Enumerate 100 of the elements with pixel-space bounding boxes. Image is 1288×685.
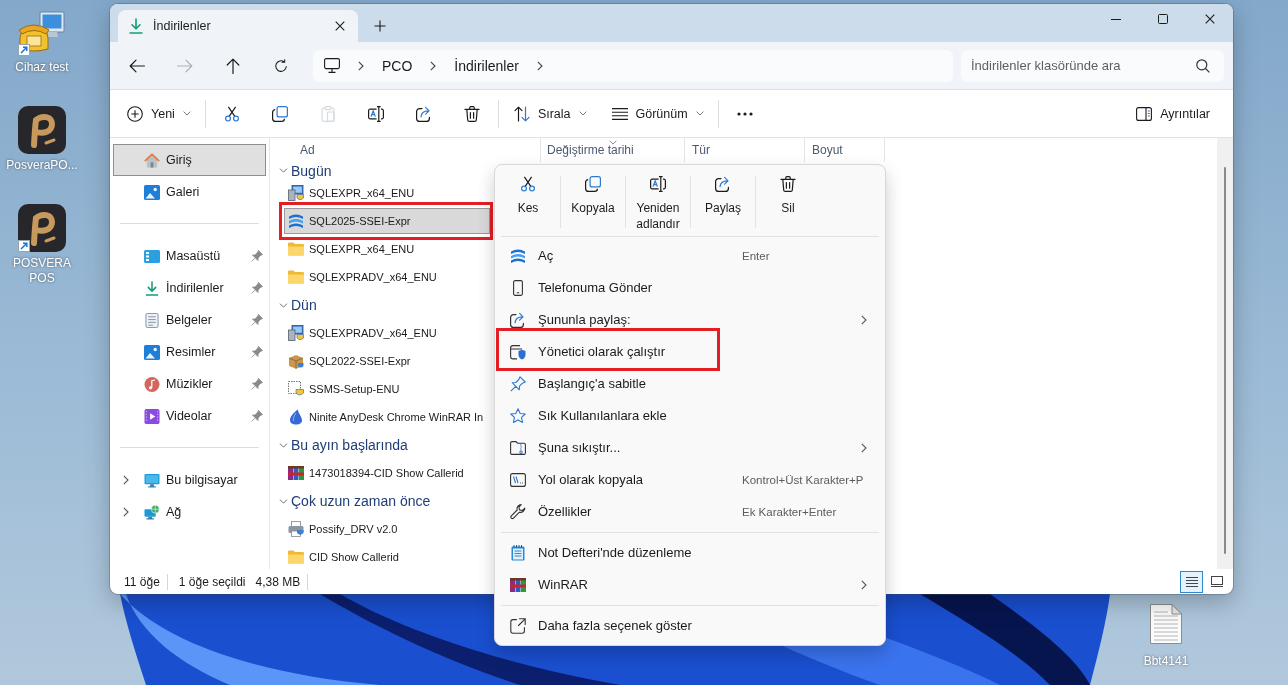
expand-icon xyxy=(510,618,526,634)
file-row[interactable]: Ninite AnyDesk Chrome WinRAR In xyxy=(284,409,488,425)
archive-icon xyxy=(288,465,304,481)
file-row[interactable]: SSMS-Setup-ENU xyxy=(284,381,404,397)
rename-icon xyxy=(650,176,666,192)
menu-item[interactable]: Sık Kullanılanlara ekle xyxy=(499,408,681,424)
sidebar-item[interactable]: Galeri xyxy=(113,176,266,208)
group-header[interactable]: Çok uzun zaman önce xyxy=(270,487,431,515)
path-icon xyxy=(510,472,526,488)
menu-item[interactable]: Aç Enter xyxy=(499,248,784,264)
caret-icon xyxy=(182,111,191,116)
group-header[interactable]: Bu ayın başlarında xyxy=(270,431,408,459)
address-bar[interactable]: PCO İndirilenler xyxy=(313,49,953,82)
scrollbar[interactable] xyxy=(1217,138,1233,569)
trash-icon xyxy=(463,105,480,122)
file-row[interactable]: SQL2025-SSEI-Expr xyxy=(284,208,490,234)
menu-item[interactable]: Not Defteri'nde düzenleme xyxy=(499,545,706,561)
menu-item[interactable]: Yol olarak kopyala Kontrol+Üst Karakter+P xyxy=(499,472,878,488)
scrollbar-thumb[interactable] xyxy=(1224,167,1226,554)
group-header[interactable]: Dün xyxy=(270,291,317,319)
column-header[interactable]: Ad xyxy=(270,138,541,162)
telephone-computer-icon xyxy=(18,11,66,53)
video-icon xyxy=(144,408,160,424)
menu-item[interactable]: Başlangıç'a sabitle xyxy=(499,376,660,392)
selection-size-text: 4,38 MB xyxy=(255,574,301,589)
wrench-icon xyxy=(510,504,526,520)
sidebar-item[interactable]: Ağ xyxy=(113,496,266,528)
sidebar-item[interactable]: Masaüstü xyxy=(113,240,266,272)
sidebar-item[interactable]: Belgeler xyxy=(113,304,266,336)
file-row[interactable]: SQL2022-SSEI-Expr xyxy=(284,353,415,369)
maximize-icon xyxy=(1157,14,1168,24)
database-icon xyxy=(510,248,526,264)
column-header[interactable]: Boyut xyxy=(805,138,885,162)
share-icon xyxy=(715,176,731,192)
text-document-icon xyxy=(1150,604,1182,644)
menu-item[interactable]: Telefonuma Gönder xyxy=(499,280,667,296)
column-header[interactable]: Değiştirme tarihi xyxy=(541,138,685,162)
details-pane-button[interactable]: Ayrıntılar xyxy=(1124,97,1222,130)
sidebar-item[interactable]: İndirilenler xyxy=(113,272,266,304)
new-button[interactable]: Yeni xyxy=(118,97,199,130)
sidebar-item[interactable]: Müzikler xyxy=(113,368,266,400)
monitor-icon xyxy=(324,58,340,73)
star-icon xyxy=(510,408,526,424)
copy-button[interactable]: Kopyala xyxy=(562,165,624,233)
cut-button[interactable]: Kes xyxy=(497,165,559,233)
installer-icon xyxy=(288,325,304,341)
group-header[interactable]: Bugün xyxy=(270,162,332,179)
menu-item[interactable]: Şuna sıkıştır... xyxy=(499,440,881,456)
pin-icon xyxy=(510,376,526,392)
shortcut-text: Ek Karakter+Enter xyxy=(742,505,837,520)
breadcrumb-item[interactable]: İndirilenler xyxy=(454,57,519,74)
download-icon xyxy=(144,280,160,296)
file-row[interactable]: CID Show Callerid xyxy=(284,549,403,565)
caret-icon xyxy=(578,111,587,116)
monitor-icon xyxy=(144,472,160,488)
installer-icon xyxy=(288,185,304,201)
view-button[interactable]: Görünüm xyxy=(602,97,712,130)
file-row[interactable]: SQLEXPRADV_x64_ENU xyxy=(284,325,441,341)
shortcut-text: Kontrol+Üst Karakter+P xyxy=(742,473,864,488)
share-icon xyxy=(510,312,526,328)
folder-icon xyxy=(288,241,304,257)
file-row[interactable]: SQLEXPR_x64_ENU xyxy=(284,241,419,257)
folder-icon xyxy=(288,549,304,565)
search-field[interactable]: İndirilenler klasöründe ara xyxy=(961,49,1190,82)
tiles-view-icon xyxy=(1210,576,1223,587)
file-row[interactable]: SQLEXPR_x64_ENU xyxy=(284,185,419,201)
breadcrumb-item[interactable]: PCO xyxy=(382,57,413,74)
shield-icon xyxy=(510,344,526,360)
menu-item[interactable]: Daha fazla seçenek göster xyxy=(499,618,706,634)
chevron-right-icon xyxy=(536,60,543,71)
menu-item[interactable]: Özellikler Ek Karakter+Enter xyxy=(499,504,851,520)
clipboard-icon xyxy=(319,105,336,122)
file-row[interactable]: Possify_DRV v2.0 xyxy=(284,521,402,537)
refresh-icon xyxy=(273,58,289,73)
printer-icon xyxy=(288,521,304,537)
arrow-up-icon xyxy=(226,57,240,74)
details-view-button[interactable] xyxy=(1180,570,1203,593)
delete-button[interactable]: Sil xyxy=(757,165,819,233)
file-row[interactable]: 1473018394-CID Show Callerid xyxy=(284,465,468,481)
chevron-right-icon xyxy=(358,60,364,71)
sidebar-item[interactable]: Bu bilgisayar xyxy=(113,464,266,496)
column-header[interactable]: Tür xyxy=(685,138,805,162)
search-button[interactable] xyxy=(1190,49,1224,82)
trash-icon xyxy=(780,176,796,192)
rename-button[interactable]: Yeniden adlandır xyxy=(627,165,689,233)
menu-item[interactable]: WinRAR xyxy=(499,577,881,593)
sidebar-item[interactable]: Videolar xyxy=(113,400,266,432)
share-icon xyxy=(415,105,432,122)
database-icon xyxy=(288,213,304,229)
sidebar-item[interactable]: Giriş xyxy=(113,144,266,176)
sort-button[interactable]: Sırala xyxy=(504,97,595,130)
tab[interactable]: İndirilenler xyxy=(118,10,358,42)
share-button[interactable]: Paylaş xyxy=(692,165,754,233)
file-row[interactable]: SQLEXPRADV_x64_ENU xyxy=(284,269,441,285)
item-count-text: 11 öğe xyxy=(124,574,160,589)
menu-item[interactable]: Yönetici olarak çalıştır xyxy=(499,344,717,360)
menu-item[interactable]: Şununla paylaş: xyxy=(499,312,881,328)
sidebar-item[interactable]: Resimler xyxy=(113,336,266,368)
image-icon xyxy=(144,344,160,360)
app-logo-icon xyxy=(18,106,66,154)
